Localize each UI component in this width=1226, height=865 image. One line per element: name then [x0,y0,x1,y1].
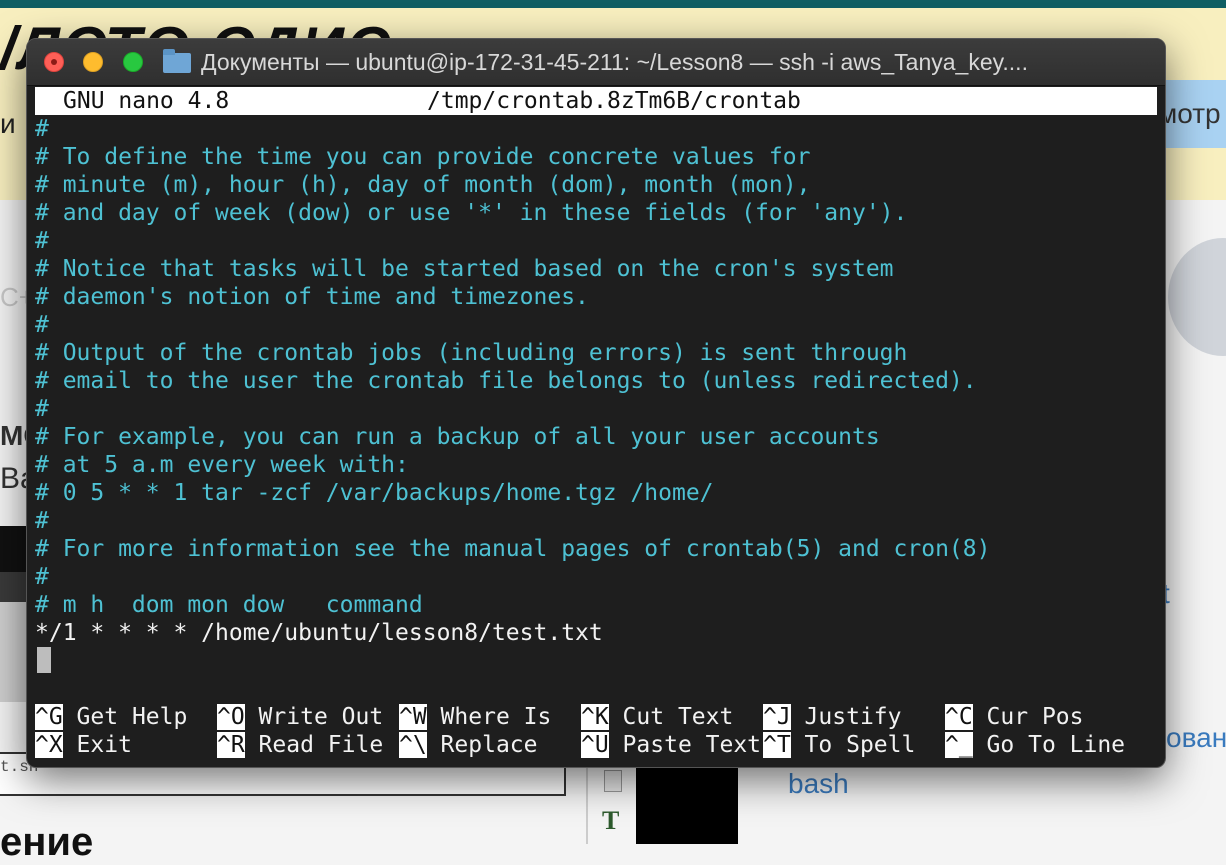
crontab-comment-line: # For more information see the manual pa… [35,536,991,562]
shortcut-item[interactable]: ^O Write Out [217,703,383,731]
terminal-window[interactable]: Документы — ubuntu@ip-172-31-45-211: ~/L… [26,38,1166,768]
shortcut-label: Cur Pos [972,704,1084,730]
folder-icon [163,49,191,73]
shortcut-key: ^W [399,704,427,730]
shortcut-item[interactable]: ^T To Spell [763,731,915,759]
shortcut-key: ^J [763,704,791,730]
shortcut-item[interactable]: ^W Where Is [399,703,551,731]
crontab-comment-line: # 0 5 * * 1 tar -zcf /var/backups/home.t… [35,480,714,506]
shortcut-key: ^U [581,732,609,758]
shortcut-key: ^K [581,704,609,730]
shortcut-item[interactable]: ^K Cut Text [581,703,733,731]
shortcut-key: ^C [945,704,973,730]
crontab-comment-line: # [35,116,49,142]
shortcut-label: Paste Text [608,732,762,758]
shortcut-key: ^\ [399,732,427,758]
shortcut-item[interactable]: ^G Get Help [35,703,187,731]
window-title: Документы — ubuntu@ip-172-31-45-211: ~/L… [201,49,1028,75]
shortcut-item[interactable]: ^\ Replace [399,731,537,759]
shortcut-label: Exit [62,732,132,758]
close-button[interactable] [44,52,64,72]
crontab-comment-line: # and day of week (dow) or use '*' in th… [35,200,908,226]
shortcut-label: Go To Line [972,732,1126,758]
crontab-comment-line: # To define the time you can provide con… [35,144,811,170]
crontab-comment-line: # [35,396,49,422]
crontab-comment-line: # minute (m), hour (h), day of month (do… [35,172,811,198]
crontab-comment-line: # at 5 a.m every week with: [35,452,409,478]
page-link-fragment[interactable]: ован [1166,722,1226,754]
shortcut-key: ^X [35,732,63,758]
shortcut-item[interactable]: ^J Justify [763,703,901,731]
crontab-comment-line: # daemon's notion of time and timezones. [35,284,589,310]
page-link-bash[interactable]: bash [788,768,849,800]
shortcut-label: Read File [244,732,384,758]
crontab-comment-line: # [35,564,49,590]
shortcut-item[interactable]: ^X Exit [35,731,132,759]
page-dark-block [0,526,28,572]
zoom-button[interactable] [123,52,143,72]
shortcut-key: ^_ [945,732,973,758]
shortcut-item[interactable]: ^_ Go To Line [945,731,1125,759]
nano-version: GNU nano 4.8 [63,88,230,114]
shortcut-key: ^O [217,704,245,730]
crontab-comment-line: # [35,228,49,254]
minimize-button[interactable] [83,52,103,72]
shortcut-key: ^T [763,732,791,758]
nano-editor[interactable]: GNU nano 4.8 /tmp/crontab.8zTm6B/crontab… [35,87,1159,763]
shortcut-item[interactable]: ^U Paste Text [581,731,761,759]
page-gray-block [0,602,28,702]
page-text-fragment: ение [0,820,94,864]
crontab-comment-line: # m h dom mon dow command [35,592,423,618]
shortcut-label: To Spell [790,732,916,758]
text-tool-icon[interactable]: T [602,808,626,834]
text-cursor [37,647,51,673]
shortcut-label: Get Help [62,704,188,730]
crontab-comment-line: # [35,508,49,534]
nano-file-path: /tmp/crontab.8zTm6B/crontab [427,88,801,114]
nano-header-bar: GNU nano 4.8 /tmp/crontab.8zTm6B/crontab [35,87,1157,115]
crontab-job-line[interactable]: */1 * * * * /home/ubuntu/lesson8/test.tx… [35,619,603,647]
crontab-comment-line: # For example, you can run a backup of a… [35,424,880,450]
page-dark-block [0,572,28,602]
window-titlebar[interactable]: Документы — ubuntu@ip-172-31-45-211: ~/L… [27,39,1165,86]
crontab-comment-line: # [35,312,49,338]
shortcut-key: ^G [35,704,63,730]
crontab-comment-line: # email to the user the crontab file bel… [35,368,977,394]
avatar [1168,238,1226,356]
shortcut-item[interactable]: ^R Read File [217,731,383,759]
shortcut-key: ^R [217,732,245,758]
shortcut-label: Justify [790,704,902,730]
page-text-fragment: и [0,108,16,139]
shortcut-label: Cut Text [608,704,734,730]
shortcut-label: Replace [426,732,538,758]
crontab-comment-line: # Output of the crontab jobs (including … [35,340,908,366]
shortcut-label: Where Is [426,704,552,730]
crontab-comment-line: # Notice that tasks will be started base… [35,256,894,282]
shortcut-item[interactable]: ^C Cur Pos [945,703,1083,731]
shortcut-label: Write Out [244,704,384,730]
document-icon[interactable] [604,770,622,792]
page-top-bar [0,0,1226,8]
